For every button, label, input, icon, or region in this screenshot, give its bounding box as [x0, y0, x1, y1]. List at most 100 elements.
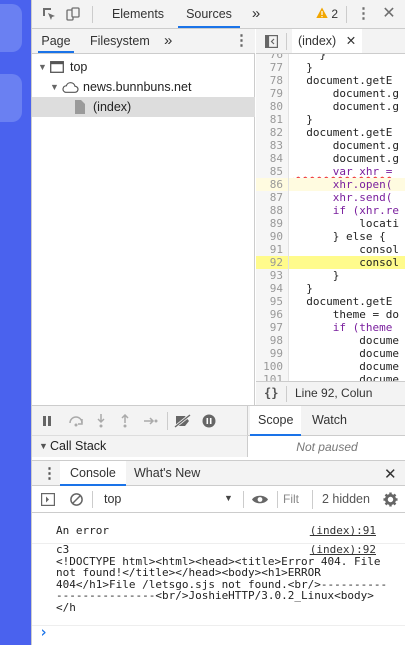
inspect-element-icon[interactable] — [42, 7, 56, 21]
code-line: document.g — [293, 152, 399, 165]
toggle-navigator-icon[interactable] — [265, 35, 278, 48]
close-drawer-icon[interactable]: ✕ — [384, 465, 397, 483]
deactivate-breakpoints-icon[interactable] — [174, 414, 192, 428]
line-number[interactable]: 79 — [256, 87, 283, 100]
tab-console[interactable]: Console — [60, 461, 126, 486]
tab-filesystem[interactable]: Filesystem — [90, 29, 150, 53]
line-number[interactable]: 87 — [256, 191, 283, 204]
tab-sources[interactable]: Sources — [178, 0, 240, 28]
filter-input[interactable]: Filt — [283, 490, 313, 509]
call-stack-section[interactable]: ▼ Call Stack — [32, 435, 248, 457]
expand-arrow-icon: ▼ — [38, 62, 47, 72]
cursor-position: Line 92, Colun — [295, 386, 373, 400]
file-navigator: Page Filesystem » ⋮ ▼ top ▼ news.bunnbun… — [32, 29, 255, 405]
line-number[interactable]: 86 — [256, 178, 283, 191]
code-line: document.g — [293, 139, 399, 152]
line-number[interactable]: 85 — [256, 165, 283, 178]
pause-on-exceptions-icon[interactable] — [202, 414, 216, 428]
tab-elements[interactable]: Elements — [104, 0, 172, 28]
tab-page[interactable]: Page — [38, 29, 74, 53]
editor-status-bar: {} Line 92, Colun — [256, 381, 405, 405]
cloud-icon — [62, 82, 79, 93]
warnings-badge[interactable]: 2 — [316, 7, 338, 21]
scope-pane: Scope Watch Not paused — [248, 405, 405, 457]
line-number[interactable]: 91 — [256, 243, 283, 256]
line-number[interactable]: 94 — [256, 282, 283, 295]
line-number[interactable]: 76 — [256, 54, 283, 61]
line-number[interactable]: 88 — [256, 204, 283, 217]
step-into-icon[interactable] — [96, 414, 106, 428]
editor-tab-label: (index) — [298, 34, 337, 48]
line-number[interactable]: 82 — [256, 126, 283, 139]
line-number[interactable]: 78 — [256, 74, 283, 87]
expand-arrow-icon: ▼ — [50, 82, 59, 92]
call-stack-label: Call Stack — [50, 439, 107, 453]
step-out-icon[interactable] — [120, 414, 130, 428]
hidden-messages-count: 2 hidden — [322, 492, 370, 506]
line-number[interactable]: 89 — [256, 217, 283, 230]
clear-console-icon[interactable] — [70, 493, 83, 506]
more-options-icon[interactable]: ⋮ — [356, 6, 371, 21]
line-number[interactable]: 95 — [256, 295, 283, 308]
line-number[interactable]: 84 — [256, 152, 283, 165]
close-devtools-icon[interactable]: ✕ — [382, 6, 396, 22]
tree-label: news.bunnbuns.net — [83, 80, 192, 94]
pretty-print-icon[interactable]: {} — [264, 382, 278, 405]
code-line: docume — [293, 347, 399, 360]
frame-icon — [50, 61, 64, 73]
editor-tab-index[interactable]: (index) ✕ — [292, 29, 363, 53]
code-area[interactable]: } } document.getE document.g document.g … — [289, 54, 405, 381]
line-number[interactable]: 100 — [256, 360, 283, 373]
line-number[interactable]: 90 — [256, 230, 283, 243]
page-viewport-strip — [0, 0, 31, 645]
tab-scope[interactable]: Scope — [250, 406, 302, 436]
code-line: } — [293, 282, 313, 295]
warning-icon — [316, 7, 328, 18]
code-line: consol — [293, 243, 399, 256]
pause-icon[interactable] — [42, 416, 52, 426]
tab-whats-new[interactable]: What's New — [134, 461, 200, 486]
line-number[interactable]: 96 — [256, 308, 283, 321]
line-number[interactable]: 99 — [256, 347, 283, 360]
toolbar-divider — [243, 491, 244, 508]
drawer-tabs: ⋮ Console What's New ✕ — [32, 460, 405, 486]
line-number[interactable]: 101 — [256, 373, 283, 381]
not-paused-label: Not paused — [296, 440, 358, 454]
tree-item-top[interactable]: ▼ top — [32, 57, 255, 77]
console-messages: An error (index):91 c3 <!DOCTYPE html><h… — [32, 513, 405, 645]
message-source-link[interactable]: (index):91 — [310, 525, 376, 537]
line-number[interactable]: 81 — [256, 113, 283, 126]
code-line: xhr.send( — [293, 191, 393, 204]
step-over-icon[interactable] — [68, 415, 84, 427]
console-message: c3 <!DOCTYPE html><html><head><title>Err… — [32, 544, 405, 626]
navigator-menu-icon[interactable]: ⋮ — [234, 29, 249, 53]
message-source-link[interactable]: (index):92 — [310, 544, 376, 556]
line-number[interactable]: 97 — [256, 321, 283, 334]
tree-item-index[interactable]: (index) — [32, 97, 255, 117]
line-number[interactable]: 83 — [256, 139, 283, 152]
live-expression-icon[interactable] — [251, 494, 269, 505]
drawer-menu-icon[interactable]: ⋮ — [42, 464, 57, 482]
context-selector[interactable]: top ▼ — [98, 486, 238, 512]
close-tab-icon[interactable]: ✕ — [346, 34, 356, 48]
code-line: locati — [293, 217, 399, 230]
more-tabs-button[interactable]: » — [246, 0, 266, 28]
show-sidebar-icon[interactable] — [41, 493, 55, 506]
device-toolbar-icon[interactable] — [66, 7, 80, 21]
warning-count: 2 — [331, 7, 339, 21]
console-settings-icon[interactable] — [383, 492, 398, 507]
tab-watch[interactable]: Watch — [312, 406, 347, 436]
code-line: if (theme — [293, 321, 393, 334]
tree-item-domain[interactable]: ▼ news.bunnbuns.net — [32, 77, 255, 97]
tree-label: top — [70, 60, 88, 74]
code-line: } — [293, 113, 313, 126]
console-input[interactable] — [54, 623, 394, 641]
line-number[interactable]: 80 — [256, 100, 283, 113]
line-number[interactable]: 93 — [256, 269, 283, 282]
line-number[interactable]: 98 — [256, 334, 283, 347]
line-number[interactable]: 77 — [256, 61, 283, 74]
step-icon[interactable] — [144, 416, 158, 426]
line-number[interactable]: 92 — [256, 256, 283, 269]
more-navigator-tabs-button[interactable]: » — [164, 29, 172, 53]
main-toolbar: Elements Sources » 2 ⋮ ✕ — [32, 0, 405, 29]
